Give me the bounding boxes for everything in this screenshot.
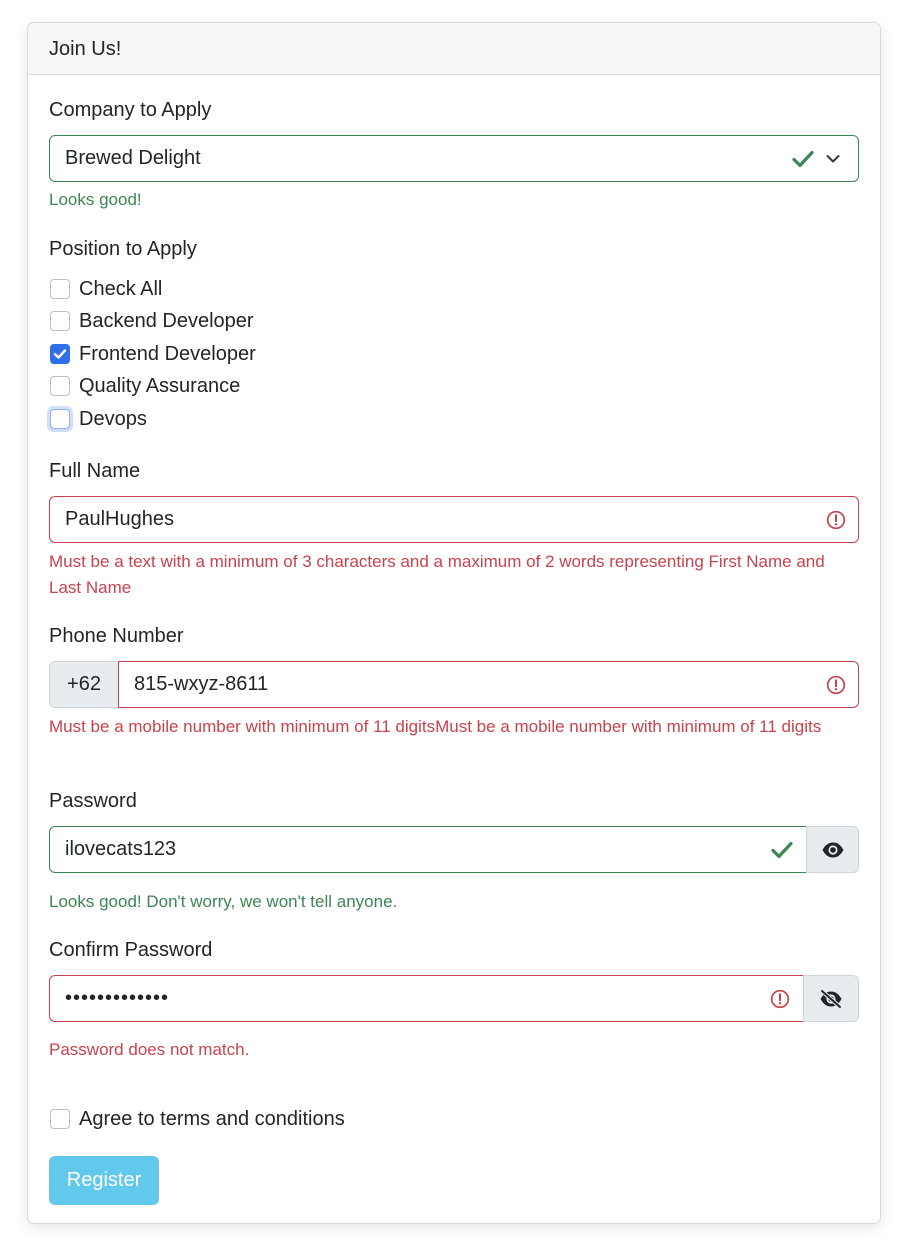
phone-input[interactable]: 815-wxyz-8611 bbox=[118, 661, 859, 708]
phone-country-code: +62 bbox=[49, 661, 119, 708]
frontend-developer-label[interactable]: Frontend Developer bbox=[79, 342, 256, 366]
register-button[interactable]: Register bbox=[49, 1156, 159, 1205]
confirm-password-value: ••••••••••••• bbox=[65, 987, 170, 1009]
position-label: Position to Apply bbox=[49, 238, 197, 260]
backend-developer-checkbox[interactable] bbox=[50, 311, 70, 331]
frontend-developer-checkbox[interactable] bbox=[50, 344, 70, 364]
checkmark-icon bbox=[53, 349, 67, 359]
quality-assurance-checkbox[interactable] bbox=[50, 376, 70, 396]
card-title: Join Us! bbox=[28, 23, 880, 75]
error-alert-icon bbox=[826, 675, 846, 695]
devops-label[interactable]: Devops bbox=[79, 407, 147, 431]
backend-developer-label[interactable]: Backend Developer bbox=[79, 309, 254, 333]
full-name-input[interactable]: PaulHughes bbox=[49, 496, 859, 543]
full-name-label: Full Name bbox=[49, 460, 141, 482]
devops-checkbox[interactable] bbox=[50, 409, 70, 429]
full-name-feedback: Must be a text with a minimum of 3 chara… bbox=[49, 552, 825, 597]
phone-value: 815-wxyz-8611 bbox=[134, 673, 269, 695]
eye-icon bbox=[822, 842, 843, 857]
quality-assurance-label[interactable]: Quality Assurance bbox=[79, 374, 240, 398]
phone-label: Phone Number bbox=[49, 625, 184, 647]
terms-label[interactable]: Agree to terms and conditions bbox=[79, 1107, 345, 1131]
company-select-value: Brewed Delight bbox=[65, 147, 201, 169]
valid-check-icon bbox=[792, 150, 814, 168]
confirm-password-label: Confirm Password bbox=[49, 939, 213, 961]
confirm-password-input[interactable]: ••••••••••••• bbox=[49, 975, 804, 1022]
error-alert-icon bbox=[826, 510, 846, 530]
phone-feedback: Must be a mobile number with minimum of … bbox=[49, 717, 822, 736]
error-alert-icon bbox=[770, 989, 790, 1009]
company-feedback: Looks good! bbox=[49, 190, 142, 209]
full-name-value: PaulHughes bbox=[65, 508, 174, 530]
password-label: Password bbox=[49, 790, 137, 812]
company-label: Company to Apply bbox=[49, 99, 212, 121]
show-password-button[interactable] bbox=[806, 826, 859, 873]
hide-password-button[interactable] bbox=[803, 975, 859, 1022]
chevron-down-icon[interactable] bbox=[826, 154, 840, 163]
check-all-label[interactable]: Check All bbox=[79, 277, 162, 301]
join-form-card: Join Us! Company to Apply Brewed Delight… bbox=[27, 22, 881, 1224]
confirm-password-feedback: Password does not match. bbox=[49, 1040, 250, 1059]
valid-check-icon bbox=[771, 841, 793, 859]
company-select[interactable]: Brewed Delight bbox=[49, 135, 859, 182]
terms-checkbox[interactable] bbox=[50, 1109, 70, 1129]
check-all-checkbox[interactable] bbox=[50, 279, 70, 299]
password-feedback: Looks good! Don't worry, we won't tell a… bbox=[49, 892, 398, 911]
eye-slash-icon bbox=[820, 988, 842, 1009]
password-value: ilovecats123 bbox=[65, 838, 177, 860]
password-input[interactable]: ilovecats123 bbox=[49, 826, 807, 873]
